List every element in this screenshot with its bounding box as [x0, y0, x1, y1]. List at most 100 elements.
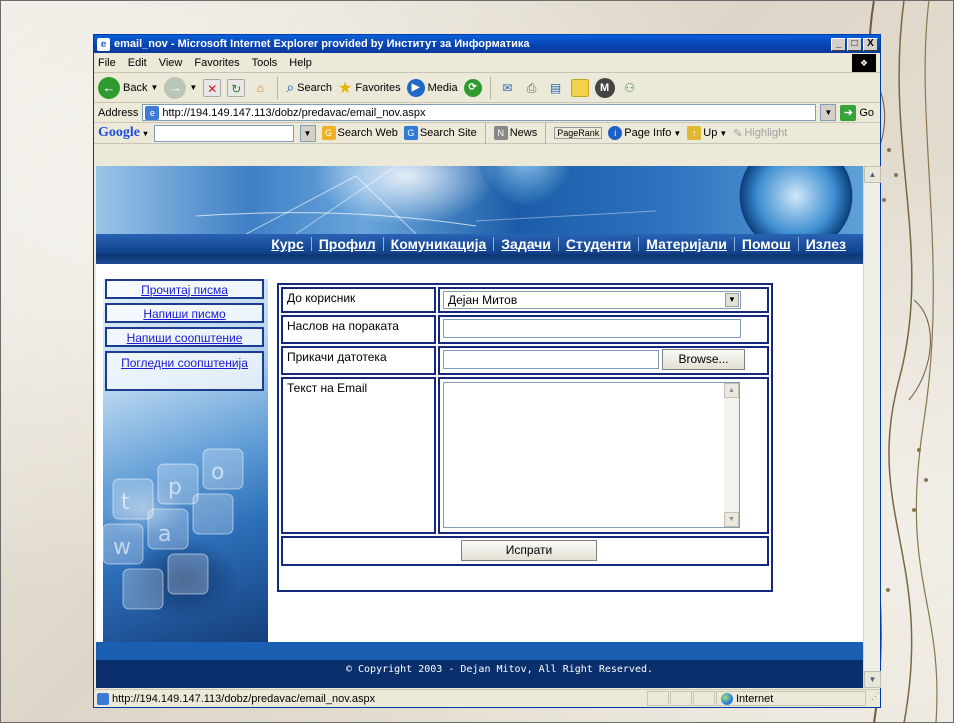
- side-link-read-messages[interactable]: Прочитај писма: [105, 279, 264, 299]
- users-icon[interactable]: ⚇: [621, 79, 639, 97]
- status-panel: [670, 691, 692, 706]
- send-button[interactable]: Испрати: [461, 540, 597, 561]
- menu-view[interactable]: View: [159, 57, 183, 69]
- edit-icon[interactable]: ▤: [547, 79, 565, 97]
- form-row-attachment: Прикачи датотека Browse...: [279, 346, 771, 375]
- google-search-dropdown-icon[interactable]: ▼: [299, 124, 316, 142]
- side-link-write-message[interactable]: Напиши писмо: [105, 303, 264, 323]
- minimize-button[interactable]: _: [831, 37, 846, 51]
- messenger-m-icon[interactable]: M: [594, 77, 615, 98]
- textarea-scrollbar[interactable]: ▲ ▼: [724, 383, 739, 527]
- address-bar: Address e http://194.149.147.113/dobz/pr…: [94, 103, 880, 123]
- recipient-select[interactable]: Дејан Митов ▼: [443, 291, 741, 309]
- scroll-down-icon[interactable]: ▼: [864, 671, 881, 688]
- browse-button[interactable]: Browse...: [662, 349, 745, 370]
- zone-label: Internet: [736, 692, 774, 705]
- stop-icon[interactable]: ✕: [203, 78, 222, 97]
- page-viewport: Курс Профил Комуникација Задачи Студенти…: [96, 166, 863, 688]
- history-icon[interactable]: ⟳: [463, 78, 482, 97]
- forward-arrow-icon: →: [164, 76, 187, 99]
- body-label: Текст на Email: [281, 377, 436, 534]
- menu-help[interactable]: Help: [289, 57, 312, 69]
- status-bar: http://194.149.147.113/dobz/predavac/ema…: [94, 689, 880, 707]
- search-button[interactable]: ⌕ Search: [286, 79, 332, 96]
- google-search-input[interactable]: [153, 124, 294, 142]
- forward-button[interactable]: → ▼: [164, 76, 198, 99]
- highlight-button[interactable]: ✎ Highlight: [733, 127, 787, 140]
- attachment-label: Прикачи датотека: [281, 346, 436, 375]
- search-web-icon: G: [321, 126, 336, 140]
- internet-globe-icon: [721, 692, 733, 705]
- side-link-view-announcements[interactable]: Погледни соопштенија: [105, 351, 264, 391]
- nav-pomosh[interactable]: Помош: [735, 236, 798, 252]
- google-toolbar: Google ▾ ▼ G Search Web G Search Site N …: [94, 122, 880, 144]
- media-icon: ▶: [406, 78, 425, 97]
- svg-text:o: o: [211, 460, 224, 485]
- textarea-scroll-down-icon[interactable]: ▼: [724, 512, 739, 527]
- scroll-up-icon[interactable]: ▲: [864, 166, 881, 183]
- menu-favorites[interactable]: Favorites: [194, 57, 239, 69]
- svg-text:w: w: [113, 535, 131, 560]
- windows-throbber-icon: ❖: [852, 54, 876, 72]
- form-row-subject: Наслов на пораката: [279, 315, 771, 344]
- browser-window: e email_nov - Microsoft Internet Explore…: [93, 34, 881, 708]
- address-dropdown-icon[interactable]: ▼: [820, 104, 837, 121]
- ie-logo-icon: e: [97, 37, 110, 51]
- up-dropdown-icon: ▼: [719, 128, 728, 138]
- side-link-write-announcement[interactable]: Напиши соопштение: [105, 327, 264, 347]
- nav-zadachi[interactable]: Задачи: [494, 236, 558, 252]
- page-vertical-scrollbar[interactable]: ▲ ▼: [863, 166, 881, 688]
- refresh-icon[interactable]: ↻: [227, 78, 246, 97]
- body-textarea[interactable]: ▲ ▼: [443, 382, 740, 528]
- nav-kurs[interactable]: Курс: [264, 236, 310, 252]
- nav-studenti[interactable]: Студенти: [559, 236, 638, 252]
- home-icon[interactable]: ⌂: [251, 79, 269, 97]
- menu-edit[interactable]: Edit: [128, 57, 147, 69]
- menu-file[interactable]: File: [98, 57, 116, 69]
- banner-graphic: [195, 166, 657, 235]
- textarea-scroll-up-icon[interactable]: ▲: [724, 383, 739, 398]
- menu-tools[interactable]: Tools: [252, 57, 278, 69]
- news-label: News: [509, 127, 538, 139]
- recipient-label: До корисник: [281, 287, 436, 313]
- footer-band: [96, 642, 863, 660]
- print-icon[interactable]: ⎙: [523, 79, 541, 97]
- favorites-button[interactable]: ★ Favorites: [338, 78, 401, 98]
- nav-komunikacija[interactable]: Комуникација: [384, 236, 494, 252]
- search-web-button[interactable]: G Search Web: [321, 126, 398, 140]
- google-logo[interactable]: Google ▾: [98, 125, 148, 141]
- forward-dropdown-icon: ▼: [189, 83, 198, 92]
- nav-profil[interactable]: Профил: [312, 236, 383, 252]
- maximize-button[interactable]: □: [847, 37, 862, 51]
- news-button[interactable]: N News: [493, 126, 538, 140]
- address-input[interactable]: e http://194.149.147.113/dobz/predavac/e…: [142, 104, 817, 121]
- discuss-icon[interactable]: [570, 78, 589, 97]
- attachment-cell: Browse...: [438, 346, 769, 375]
- attachment-path-input[interactable]: [443, 350, 659, 369]
- main-navigation: Курс Профил Комуникација Задачи Студенти…: [96, 234, 863, 254]
- up-button[interactable]: ↑ Up ▼: [687, 126, 727, 140]
- close-button[interactable]: X: [863, 37, 878, 51]
- resize-grip-icon[interactable]: ⋰: [866, 691, 880, 706]
- search-site-button[interactable]: G Search Site: [403, 126, 477, 140]
- news-icon: N: [493, 126, 508, 140]
- menu-bar: File Edit View Favorites Tools Help ❖: [94, 53, 880, 73]
- security-zone: Internet: [716, 691, 866, 706]
- recipient-dropdown-icon[interactable]: ▼: [725, 293, 739, 307]
- mail-icon[interactable]: ✉: [499, 79, 517, 97]
- back-button[interactable]: ← Back ▼: [98, 76, 158, 99]
- form-row-recipient: До корисник Дејан Митов ▼: [279, 287, 771, 313]
- body-cell: ▲ ▼: [438, 377, 769, 534]
- google-dropdown-icon: ▾: [143, 129, 148, 138]
- nav-izlez[interactable]: Излез: [799, 236, 853, 252]
- subject-input[interactable]: [443, 319, 741, 338]
- favorites-label: Favorites: [355, 81, 401, 94]
- subject-label: Наслов на пораката: [281, 315, 436, 344]
- go-button[interactable]: ➔ Go: [840, 104, 880, 121]
- recipient-cell: Дејан Митов ▼: [438, 287, 769, 313]
- media-button[interactable]: ▶ Media: [406, 78, 458, 97]
- recipient-selected-value: Дејан Митов: [448, 293, 518, 307]
- back-label: Back: [123, 81, 148, 94]
- page-info-button[interactable]: i Page Info ▼: [608, 126, 681, 140]
- nav-materijali[interactable]: Материјали: [639, 236, 734, 252]
